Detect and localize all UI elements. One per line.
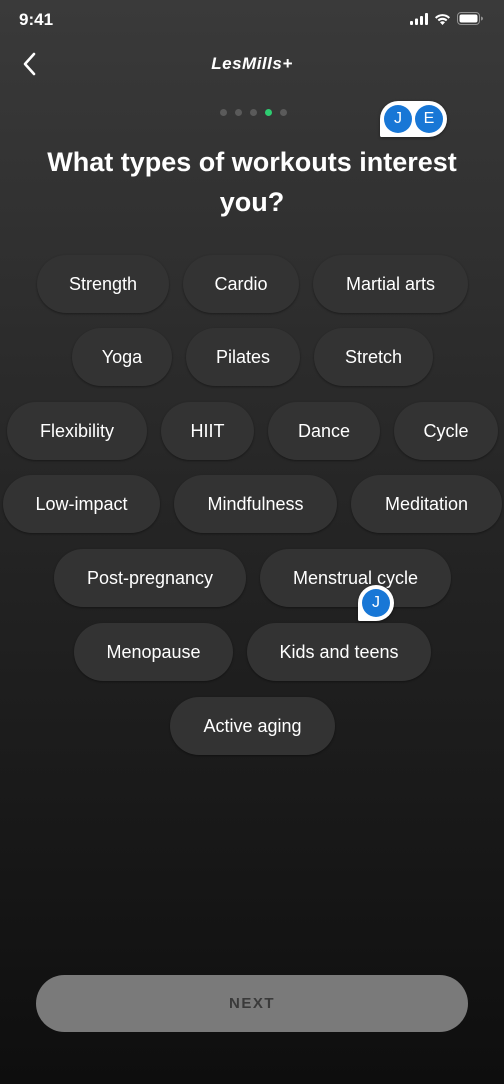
option-chip-meditation[interactable]: Meditation <box>351 475 502 533</box>
step-dot <box>235 109 242 116</box>
option-chip-martial-arts[interactable]: Martial arts <box>313 255 468 313</box>
option-chip-dance[interactable]: Dance <box>268 402 380 460</box>
avatar: E <box>415 105 443 133</box>
option-chip-menopause[interactable]: Menopause <box>74 623 233 681</box>
step-dot <box>280 109 287 116</box>
option-chip-low-impact[interactable]: Low-impact <box>3 475 160 533</box>
status-bar: 9:41 <box>0 0 504 40</box>
option-chip-kids-and-teens[interactable]: Kids and teens <box>247 623 431 681</box>
collaborator-cursor: J <box>358 585 394 621</box>
status-icons <box>410 12 484 25</box>
avatar: J <box>362 589 390 617</box>
collaborator-avatars: J E <box>380 101 447 137</box>
step-dot <box>220 109 227 116</box>
option-chip-cycle[interactable]: Cycle <box>394 402 498 460</box>
option-chip-stretch[interactable]: Stretch <box>314 328 433 386</box>
option-chip-post-pregnancy[interactable]: Post-pregnancy <box>54 549 246 607</box>
option-chip-strength[interactable]: Strength <box>37 255 169 313</box>
option-chip-hiit[interactable]: HIIT <box>161 402 254 460</box>
step-dot <box>250 109 257 116</box>
cellular-signal-icon <box>410 12 428 25</box>
next-button[interactable]: NEXT <box>36 975 468 1032</box>
option-chip-cardio[interactable]: Cardio <box>183 255 299 313</box>
option-chip-flexibility[interactable]: Flexibility <box>7 402 147 460</box>
step-dot-active <box>265 109 272 116</box>
page-title: What types of workouts interest you? <box>47 147 457 217</box>
option-chip-yoga[interactable]: Yoga <box>72 328 172 386</box>
option-chip-menstrual-cycle[interactable]: Menstrual cycle <box>260 549 451 607</box>
option-chip-pilates[interactable]: Pilates <box>186 328 300 386</box>
battery-icon <box>457 12 483 25</box>
progress-steps <box>220 109 287 116</box>
wifi-icon <box>435 13 450 25</box>
avatar: J <box>384 105 412 133</box>
option-chip-mindfulness[interactable]: Mindfulness <box>174 475 337 533</box>
status-time: 9:41 <box>19 10 54 29</box>
option-chip-active-aging[interactable]: Active aging <box>170 697 335 755</box>
brand-logo: LesMills+ <box>211 54 293 73</box>
